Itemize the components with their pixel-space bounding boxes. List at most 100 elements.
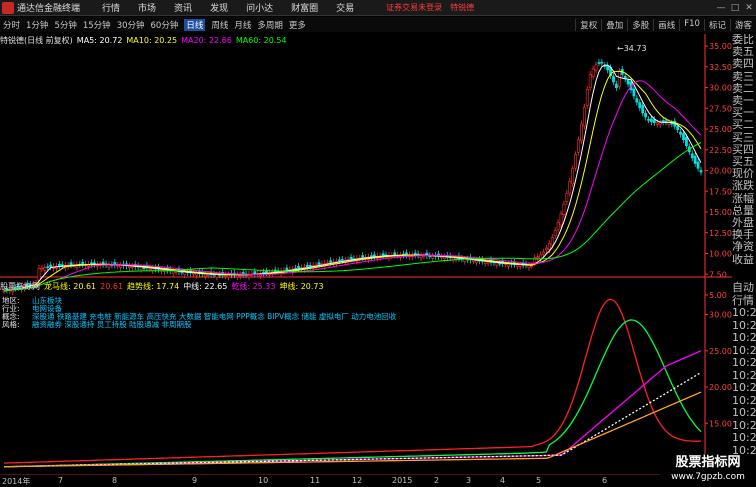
candle-body bbox=[650, 118, 653, 123]
candle-body bbox=[641, 105, 645, 114]
indicator-label-longma-red: 20.61 bbox=[100, 281, 124, 291]
tick-time-4: 10:26 bbox=[732, 331, 756, 344]
main-y-tick-label: 30.00 bbox=[709, 84, 732, 93]
x-tick-label: 6 bbox=[602, 476, 608, 485]
candle-body bbox=[495, 262, 499, 266]
quote-field-4: 卖二 bbox=[732, 82, 754, 95]
candle-body bbox=[174, 271, 178, 273]
indicator-label-qian: 乾线: 25.33 bbox=[231, 281, 276, 291]
quote-field-3: 卖三 bbox=[732, 70, 754, 83]
mid-line bbox=[3, 319, 702, 468]
candle-body bbox=[632, 88, 636, 97]
chart-canvas[interactable]: 35.0032.5030.0027.5025.0022.5020.0017.50… bbox=[0, 0, 756, 487]
candle-body bbox=[527, 265, 531, 268]
ma10-line bbox=[3, 70, 702, 292]
candle-body bbox=[195, 273, 198, 276]
main-y-tick-label: 20.00 bbox=[709, 167, 732, 176]
quote-field-7: 买二 bbox=[732, 119, 754, 132]
main-y-tick-label: 7.50 bbox=[709, 270, 727, 279]
candle-body bbox=[308, 264, 312, 267]
main-y-tick-label: 15.00 bbox=[709, 208, 732, 217]
x-tick-label: 4 bbox=[500, 476, 506, 485]
candle-body bbox=[262, 271, 265, 274]
x-tick-label: 8 bbox=[112, 476, 118, 485]
candle-body bbox=[297, 266, 300, 269]
quote-sidebar: 委比 卖五 卖四 卖三 卖二 卖一 买一 买二 买三 买四 买五 现价 涨跌 涨幅 总量 外盘 换手 净资 收益 bbox=[732, 34, 756, 279]
candle-body bbox=[664, 120, 668, 123]
candle-body bbox=[49, 264, 53, 268]
candle-body bbox=[626, 79, 630, 85]
candle-body bbox=[588, 74, 592, 88]
quote-field-1: 卖五 bbox=[732, 46, 754, 59]
candle-body bbox=[655, 122, 659, 125]
candle-body bbox=[265, 270, 268, 274]
candle-body bbox=[547, 242, 551, 250]
candle-body bbox=[676, 125, 680, 131]
candle-body bbox=[370, 255, 373, 257]
candle-body bbox=[361, 255, 365, 258]
candle-body bbox=[518, 264, 522, 267]
quote-field-13: 涨幅 bbox=[732, 192, 754, 205]
quote-field-9: 买四 bbox=[732, 143, 754, 156]
candle-body bbox=[615, 83, 618, 89]
watermark: 股票指标网 www.7gpzb.com bbox=[660, 454, 756, 487]
candle-body bbox=[515, 264, 519, 267]
candle-body bbox=[349, 256, 353, 260]
main-y-tick-label: 12.50 bbox=[709, 229, 732, 238]
x-tick-label: 9 bbox=[192, 476, 198, 485]
candle-body bbox=[128, 265, 131, 269]
candle-body bbox=[571, 168, 575, 185]
candle-body bbox=[545, 247, 548, 251]
quote-field-17: 净资 bbox=[732, 241, 754, 254]
peak-price-label: ←34.73 bbox=[617, 44, 647, 53]
ma60-line bbox=[3, 142, 702, 292]
stock-info-panel: 地区: 山东板块 行业: 电网设备 概念: 深股通 铁路基建 充电桩 新能源车 高压快… bbox=[2, 297, 522, 329]
candle-body bbox=[393, 252, 397, 256]
indicator-label-mid: 中线: 22.65 bbox=[183, 281, 228, 291]
candle-body bbox=[305, 264, 309, 267]
x-tick-label: 7 bbox=[58, 476, 64, 485]
candle-body bbox=[431, 255, 435, 259]
watermark-url: www.7gpzb.com bbox=[671, 472, 745, 482]
kun-line bbox=[3, 391, 702, 468]
x-tick-label: 2 bbox=[434, 476, 440, 485]
x-tick-label: 2014年 bbox=[2, 477, 31, 486]
quote-field-11: 现价 bbox=[732, 168, 754, 181]
x-tick-label: 12 bbox=[352, 476, 363, 485]
quote-field-0: 委比 bbox=[732, 34, 754, 46]
ma5-line bbox=[3, 64, 702, 292]
candle-body bbox=[119, 265, 123, 268]
indicator-label-longma: 龙马线: 20.61 bbox=[44, 281, 97, 291]
x-tick-label: 2015 bbox=[392, 476, 413, 485]
candle-body bbox=[475, 260, 478, 263]
candle-body bbox=[483, 261, 487, 264]
candle-body bbox=[192, 272, 195, 275]
indicator-header: 股票指标网 龙马线: 20.61 20.61 趋势线: 17.74 中线: 22… bbox=[0, 280, 328, 292]
candle-body bbox=[329, 260, 333, 263]
candle-body bbox=[507, 263, 510, 267]
candle-body bbox=[585, 88, 589, 106]
candle-body bbox=[37, 268, 41, 282]
candle-body bbox=[644, 113, 647, 118]
tick-time-6: 10:26 bbox=[732, 356, 756, 369]
candle-body bbox=[652, 119, 656, 124]
quote-field-16: 换手 bbox=[732, 229, 754, 242]
candle-body bbox=[317, 262, 321, 265]
x-tick-label: 10 bbox=[258, 476, 269, 485]
candle-body bbox=[597, 62, 601, 64]
candle-body bbox=[635, 98, 639, 103]
indicator-title[interactable]: 股票指标网 bbox=[0, 281, 40, 292]
candle-body bbox=[574, 154, 577, 169]
x-tick-label: 5 bbox=[536, 476, 542, 485]
candle-body bbox=[381, 253, 385, 257]
tick-sidebar: 自动行情10:2610:2610:2610:2610:2610:2610:261… bbox=[732, 281, 756, 482]
candle-body bbox=[183, 272, 187, 275]
quote-field-12: 涨跌 bbox=[732, 180, 754, 193]
tick-time-8: 10:26 bbox=[732, 381, 756, 394]
candle-body bbox=[148, 268, 152, 270]
quote-field-6: 买一 bbox=[732, 107, 754, 120]
candle-body bbox=[612, 76, 615, 83]
candle-body bbox=[679, 131, 682, 135]
indicator-label-kun: 坤线: 20.73 bbox=[279, 281, 324, 291]
candle-body bbox=[568, 181, 572, 194]
